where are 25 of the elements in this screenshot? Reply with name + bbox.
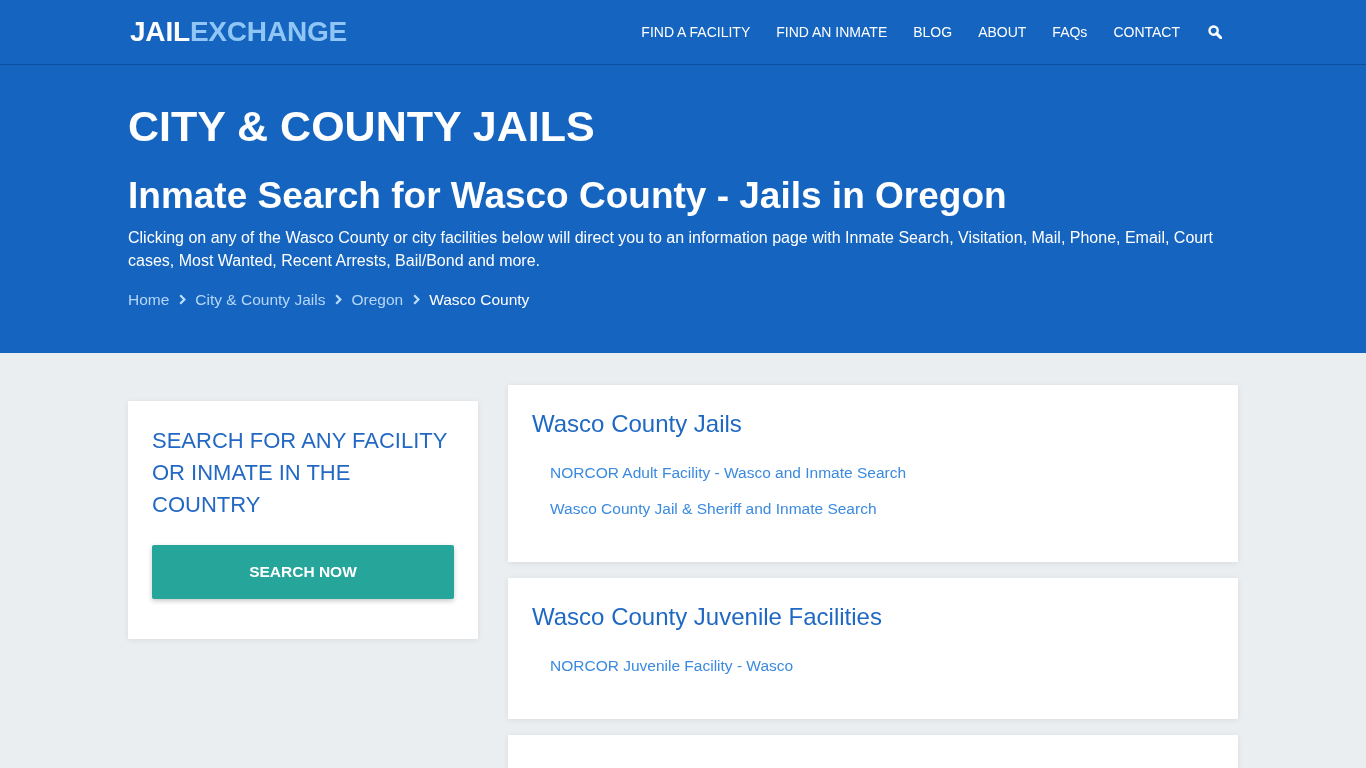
breadcrumb-link[interactable]: Home [128,288,170,311]
nav-link[interactable]: ABOUT [978,23,1027,41]
nav-link[interactable]: FIND AN INMATE [776,23,888,41]
chevron-right-icon [335,294,343,305]
search-now-button[interactable]: SEARCH NOW [152,545,454,599]
nav-link[interactable]: FIND A FACILITY [641,23,751,41]
page-title: Inmate Search for Wasco County - Jails in Oregon [128,174,1008,217]
breadcrumb-link[interactable]: Oregon [351,288,404,311]
nav-link[interactable]: CONTACT [1113,23,1180,41]
chevron-right-icon [179,294,187,305]
card-heading: Wasco County Jails [532,409,743,439]
breadcrumb-link[interactable]: Wasco County [429,288,530,311]
logo[interactable]: JAILEXCHANGE [130,18,347,46]
search-icon[interactable] [1208,25,1222,39]
card-heading: Wasco County Juvenile Facilities [532,602,883,632]
breadcrumb-link[interactable]: City & County Jails [195,288,326,311]
facility-link[interactable]: NORCOR Adult Facility - Wasco and Inmate Search [550,464,907,481]
facility-link[interactable]: Wasco County Jail & Sheriff and Inmate Search [550,500,877,517]
section-heading: CITY & COUNTY JAILS [128,101,596,152]
promo-heading: SEARCH FOR ANY FACILITY OR INMATE IN THE COUNTRY [152,427,449,519]
chevron-right-icon [413,294,421,305]
nav-link[interactable]: BLOG [913,23,953,41]
nav-link[interactable]: FAQs [1052,23,1088,41]
intro-paragraph: Clicking on any of the Wasco County or city facilities below will direct you to an information page with Inmate Search, Visitation, Mail, Phone, Email, Court cases, Most Wanted, Recent Arrests, Bail/Bond and more. [128,228,1214,271]
facility-link[interactable]: NORCOR Juvenile Facility - Wasco [550,657,794,674]
